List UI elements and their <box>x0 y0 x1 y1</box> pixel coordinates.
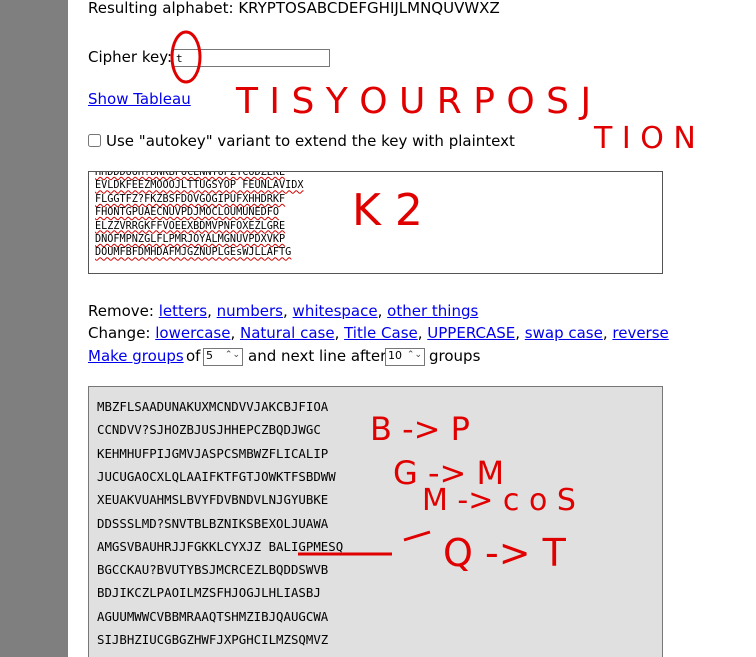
cipher-key-label: Cipher key: <box>88 48 173 66</box>
output-line: AGUUMWWCVBBMRAAQTSHMZIBJQAUGCWA <box>97 608 329 624</box>
annotation-position-row1: T I S Y O U R P O S J <box>235 81 591 122</box>
remove-row: Remove: letters, numbers, whitespace, ot… <box>88 302 479 320</box>
cipher-key-input[interactable] <box>172 49 330 67</box>
make-groups-link[interactable]: Make groups <box>88 347 184 365</box>
change-row: Change: lowercase, Natural case, Title C… <box>88 324 669 342</box>
group-size-value: 5 <box>206 349 213 362</box>
output-line: KEHMHUFPIJGMVJASPCSMBWZFLICALIP <box>97 445 329 461</box>
ciphertext-lines: HHDDDUUH?DNKBFUCENNTUPZTCUDZEKE EVLDKFEEZ… <box>95 171 304 260</box>
output-line: CCNDVV?SJHOZBJUSJHHEPCZBQDJWGC <box>97 422 321 438</box>
output-line: MBZFLSAADUNAKUXMCNDVVJAKCBJFIOA <box>97 399 329 414</box>
spinner-icon[interactable]: ⌃⌄ <box>407 350 422 360</box>
change-lowercase-link[interactable]: lowercase <box>155 324 230 342</box>
output-line: DDSSSLMD?SNVTBLBZNIKSBEXOLJUAWA <box>97 515 329 531</box>
ciphertext-line: ELZZVRRGKFFVOEEXBDMVPNFOXEZLGRE <box>95 220 286 232</box>
change-reverse-link[interactable]: reverse <box>612 324 668 342</box>
left-gutter <box>0 0 68 657</box>
change-swap-case-link[interactable]: swap case <box>525 324 603 342</box>
remove-whitespace-link[interactable]: whitespace <box>293 302 378 320</box>
show-tableau-link[interactable]: Show Tableau <box>88 90 191 108</box>
ciphertext-line: DOUMFBFDMHDAFMJGZNUPLGEsWJLLAFTG <box>95 247 292 259</box>
output-line: BGCCKAU?BVUTYBSJMCRCEZLBQDDSWVB <box>97 562 329 578</box>
autokey-checkbox[interactable] <box>88 134 101 147</box>
output-line: BDJIKCZLPAOILMZSFHJOGJLHLIASBJ <box>97 585 321 601</box>
line-after-input[interactable]: 10 ⌃⌄ <box>385 348 425 366</box>
annotation-position-row2: T I O N <box>593 121 696 156</box>
remove-label: Remove: <box>88 302 154 320</box>
ciphertext-line: DNOFMPNZGLFLPMRJOYALMGNUVPDXVKP <box>95 234 286 246</box>
groups-word-label: groups <box>429 347 481 365</box>
remove-letters-link[interactable]: letters <box>159 302 207 320</box>
output-line: SIJBHZIUCGBGZHWFJXPGHCILMZSQMVZ <box>97 632 329 647</box>
ciphertext-line: FHONTGPUAECNUVPDJMOCLOUMUNEDFO <box>95 207 280 219</box>
resulting-alphabet: Resulting alphabet: KRYPTOSABCDEFGHIJLMN… <box>88 0 500 17</box>
group-size-input[interactable]: 5 ⌃⌄ <box>203 348 243 366</box>
autokey-label: Use "autokey" variant to extend the key … <box>106 132 515 150</box>
next-line-label: and next line after <box>248 347 387 365</box>
change-label: Change: <box>88 324 151 342</box>
output-textarea[interactable]: MBZFLSAADUNAKUXMCNDVVJAKCBJFIOA CCNDVV?SJ… <box>88 386 663 657</box>
line-after-value: 10 <box>388 349 402 362</box>
output-line: XEUAKVUAHMSLBVYFDVBNDVLNJGYUBKE <box>97 492 329 508</box>
output-line: AMGSVBAUHRJJFGKKLCYXJZ BALIGPMESQ <box>97 538 344 554</box>
remove-other-things-link[interactable]: other things <box>387 302 478 320</box>
ciphertext-line: EVLDKFEEZMOOOJLTTUGSYOP FEUNLAVIDX <box>95 180 304 192</box>
remove-numbers-link[interactable]: numbers <box>217 302 283 320</box>
change-uppercase-link[interactable]: UPPERCASE <box>427 324 515 342</box>
ciphertext-line: FLGGTFZ?FKZBSFDOVGOGIPUFXHHDRKF <box>95 193 286 205</box>
change-natural-case-link[interactable]: Natural case <box>240 324 335 342</box>
spinner-icon[interactable]: ⌃⌄ <box>225 350 240 360</box>
ciphertext-line: HHDDDUUH?DNKBFUCENNTUPZTCUDZEKE <box>95 171 286 178</box>
output-line: JUCUGAOCXLQLAAIFKTFGTJOWKTFSBDWW <box>97 468 336 484</box>
change-title-case-link[interactable]: Title Case <box>344 324 418 342</box>
groups-of-label: of <box>186 347 201 365</box>
ciphertext-input-textarea[interactable]: HHDDDUUH?DNKBFUCENNTUPZTCUDZEKE EVLDKFEEZ… <box>88 171 663 274</box>
